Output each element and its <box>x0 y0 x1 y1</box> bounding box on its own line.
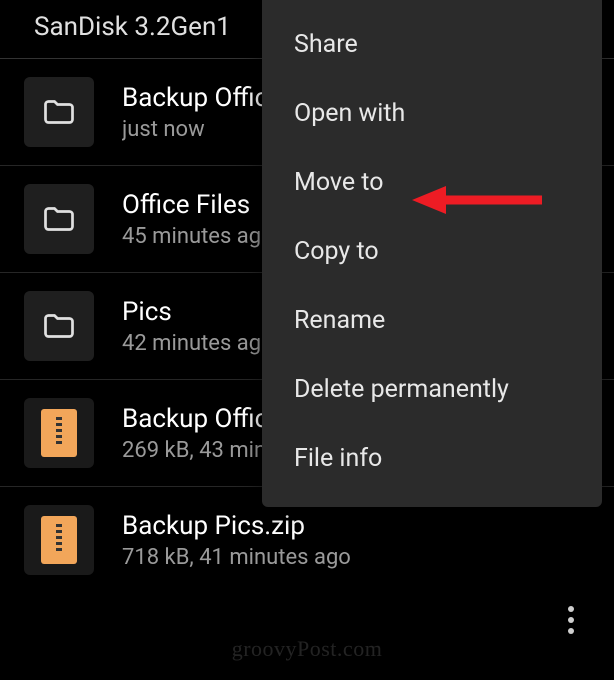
zip-icon <box>24 505 94 575</box>
menu-item-open-with[interactable]: Open with <box>262 79 602 148</box>
folder-icon <box>24 77 94 147</box>
menu-item-rename[interactable]: Rename <box>262 286 602 355</box>
menu-item-move-to[interactable]: Move to <box>262 148 602 217</box>
more-options-button[interactable] <box>556 600 586 640</box>
watermark: groovyPost.com <box>232 636 383 662</box>
file-info: Backup Pics.zip 718 kB, 41 minutes ago <box>122 511 594 570</box>
file-name: Backup Pics.zip <box>122 511 594 541</box>
file-meta: 718 kB, 41 minutes ago <box>122 545 594 570</box>
zip-icon <box>24 398 94 468</box>
menu-item-copy-to[interactable]: Copy to <box>262 217 602 286</box>
menu-item-share[interactable]: Share <box>262 10 602 79</box>
folder-icon <box>24 184 94 254</box>
folder-icon <box>24 291 94 361</box>
menu-item-file-info[interactable]: File info <box>262 424 602 493</box>
menu-item-delete-permanently[interactable]: Delete permanently <box>262 355 602 424</box>
dots-vertical-icon <box>568 606 574 612</box>
context-menu: Share Open with Move to Copy to Rename D… <box>262 0 602 507</box>
